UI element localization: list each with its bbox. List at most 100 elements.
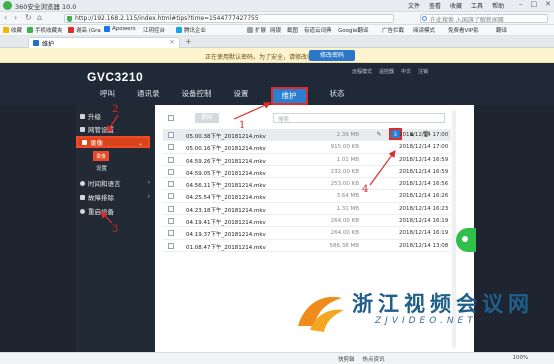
bookmark-item[interactable]: 扩展 — [247, 26, 266, 34]
bookmark-item[interactable]: 谢高 (Gra — [68, 26, 101, 34]
refresh-icon[interactable]: ↻ — [25, 13, 32, 22]
bookmark-item[interactable]: 有道云词典 — [304, 26, 332, 34]
file-name: 04.59.26下午_20181214.mkv — [186, 158, 266, 165]
nav-contacts[interactable]: 通讯录 — [137, 87, 160, 105]
sidebar-item-network-mgmt[interactable]: 网管设置 — [76, 123, 155, 135]
logout-link[interactable]: 注销 — [418, 68, 428, 75]
row-checkbox[interactable] — [168, 205, 174, 212]
table-row[interactable]: 04.25.54下午_20181214.mkv 3.64 MB 2018/12/… — [163, 190, 451, 203]
table-row[interactable]: 05.00.38下午_20181214.mkv 2.39 MB ✎ ⤓ 🔒︎ 🗑… — [163, 128, 451, 142]
row-checkbox[interactable] — [168, 230, 174, 237]
table-row[interactable]: 04.23.18下午_20181214.mkv 1.31 MB 2018/12/… — [163, 203, 451, 216]
table-row[interactable]: 01.08.47下午_20181214.mkv 586.38 MB 2018/1… — [163, 240, 451, 252]
table-row[interactable]: 04.59.05下午_20181214.mkv 232.00 KB 2018/1… — [163, 166, 451, 179]
remote-mode-link[interactable]: 远程模式 — [352, 68, 372, 75]
forward-icon[interactable]: › — [14, 13, 17, 22]
window-controls: – □ ✕ — [519, 0, 551, 8]
bookmark-item[interactable]: 腾讯企业 — [176, 26, 206, 34]
password-notice: 正在使用默认密码，为了安全，请修改密码。 修改密码 — [0, 48, 554, 63]
recordings-list: 05.00.38下午_20181214.mkv 2.39 MB ✎ ⤓ 🔒︎ 🗑… — [163, 128, 451, 252]
file-size: 1.31 MB — [336, 205, 359, 212]
home-icon[interactable]: ⌂ — [37, 13, 42, 22]
sidebar-item-time-language[interactable]: 时间和语言 › — [76, 177, 155, 189]
table-row[interactable]: 04.59.26下午_20181214.mkv 1.01 MB 2018/12/… — [163, 154, 451, 166]
bookmark-item[interactable]: 广告拦截 — [382, 26, 404, 34]
puzzle-icon — [247, 27, 253, 33]
bookmark-item[interactable]: Google翻译 — [338, 26, 368, 34]
file-name: 04.19.37下午_20181214.mkv — [186, 232, 266, 239]
change-password-button[interactable]: 修改密码 — [309, 50, 355, 61]
annotation-number: 4 — [362, 184, 369, 195]
sub-item-recording[interactable]: 录像 — [93, 151, 109, 161]
new-tab-icon[interactable]: + — [185, 37, 192, 46]
bookmark-item[interactable]: 网银 — [270, 26, 281, 34]
bookmark-item[interactable]: 手机收藏夹 — [27, 26, 63, 34]
bookmark-item[interactable]: 江玥控台 — [143, 26, 165, 34]
hot-news-button[interactable]: 热点资讯 — [363, 355, 385, 363]
browser-search-placeholder: 在此搜索 入国旗了解新闻嘛 — [430, 17, 504, 24]
tab-maintenance[interactable]: 维护 × — [28, 37, 180, 48]
menu-file[interactable]: 文件 — [408, 1, 420, 10]
floating-side-tab[interactable] — [456, 228, 476, 252]
table-row[interactable]: 05.00.16下午_20181214.mkv 915.00 KB 2018/1… — [163, 141, 451, 154]
zoom-level[interactable]: 100% — [513, 355, 529, 363]
table-row[interactable]: 04.19.41下午_20181214.mkv 264.00 KB 2018/1… — [163, 215, 451, 228]
language-select[interactable]: 中文 — [401, 68, 411, 75]
bookmark-item[interactable]: 截图 — [287, 26, 298, 34]
row-checkbox[interactable] — [168, 132, 174, 138]
back-icon[interactable]: ‹ — [4, 13, 7, 22]
row-checkbox[interactable] — [168, 242, 174, 249]
quick-clip-button[interactable]: 快剪辑 — [338, 355, 355, 363]
file-name: 05.00.16下午_20181214.mkv — [186, 146, 266, 153]
bookmark-item[interactable]: 收藏 — [3, 26, 22, 34]
nav-call[interactable]: 呼叫 — [100, 87, 115, 105]
file-size: 915.00 KB — [330, 144, 359, 151]
bookmarks-bar: 收藏 手机收藏夹 谢高 (Gra Apowers 江玥控台 腾讯企业 扩展 网银… — [0, 25, 554, 36]
tab-close-icon[interactable]: × — [169, 38, 175, 46]
browser-search-input[interactable]: 在此搜索 入国旗了解新闻嘛 — [420, 14, 548, 24]
recordings-search-input[interactable]: 搜索 — [273, 113, 445, 123]
bookmark-item[interactable]: 阅读模式 — [413, 26, 435, 34]
file-size: 253.00 KB — [330, 181, 359, 188]
table-row[interactable]: 04.56.11下午_20181214.mkv 253.00 KB 2018/1… — [163, 178, 451, 191]
app-header: GVC3210 远程模式 遥控器 中文 注销 呼叫 通讯录 设备控制 设置 维护… — [0, 63, 554, 105]
delete-button[interactable]: 删除 — [195, 113, 219, 123]
edit-icon[interactable]: ✎ — [375, 130, 383, 139]
row-checkbox[interactable] — [168, 218, 174, 225]
nav-device-control[interactable]: 设备控制 — [182, 87, 212, 105]
remote-control-link[interactable]: 遥控器 — [379, 68, 394, 75]
sub-item-settings[interactable]: 设置 — [82, 163, 152, 173]
file-name: 04.59.05下午_20181214.mkv — [186, 170, 266, 177]
nav-status[interactable]: 状态 — [330, 87, 345, 105]
maximize-icon[interactable]: □ — [531, 0, 538, 8]
select-all-checkbox[interactable] — [168, 115, 174, 121]
menu-help[interactable]: 帮助 — [492, 1, 504, 10]
row-checkbox[interactable] — [168, 156, 174, 163]
bookmark-item[interactable]: 翻译 — [496, 26, 507, 34]
row-checkbox[interactable] — [168, 144, 174, 151]
menu-tools[interactable]: 工具 — [471, 1, 483, 10]
row-checkbox[interactable] — [168, 193, 174, 200]
sidebar-item-troubleshoot[interactable]: 故障排除 › — [76, 191, 155, 203]
bookmark-item[interactable]: Apowers — [104, 26, 136, 32]
close-icon[interactable]: ✕ — [545, 0, 551, 8]
menu-favorites[interactable]: 收藏 — [450, 1, 462, 10]
address-bar-row: ‹ › ↻ ⌂ http://192.168.2.115/index.html#… — [0, 12, 554, 25]
row-checkbox[interactable] — [168, 181, 174, 188]
row-checkbox[interactable] — [168, 168, 174, 175]
sidebar-item-reboot[interactable]: 重启设备 — [76, 205, 155, 217]
url-field[interactable]: http://192.168.2.115/index.html#tips?tim… — [64, 14, 394, 23]
annotation-number: 2 — [112, 104, 119, 115]
table-row[interactable]: 04.19.37下午_20181214.mkv 264.00 KB 2018/1… — [163, 227, 451, 240]
chevron-down-icon: ⌄ — [137, 140, 143, 147]
menu-view[interactable]: 查看 — [429, 1, 441, 10]
file-time: 2018/12/14 17:00 — [399, 144, 449, 151]
bookmark-item[interactable]: 免费看VIP影 — [448, 26, 479, 34]
nav-maintenance[interactable]: 维护 — [270, 87, 308, 105]
nav-settings[interactable]: 设置 — [234, 87, 249, 105]
file-name: 04.23.18下午_20181214.mkv — [186, 207, 266, 214]
minimize-icon[interactable]: – — [519, 0, 523, 8]
file-time: 2018/12/14 16:59 — [399, 156, 449, 163]
sidebar-item-recording[interactable]: 录像 ⌄ — [76, 136, 150, 148]
power-icon — [80, 208, 85, 214]
